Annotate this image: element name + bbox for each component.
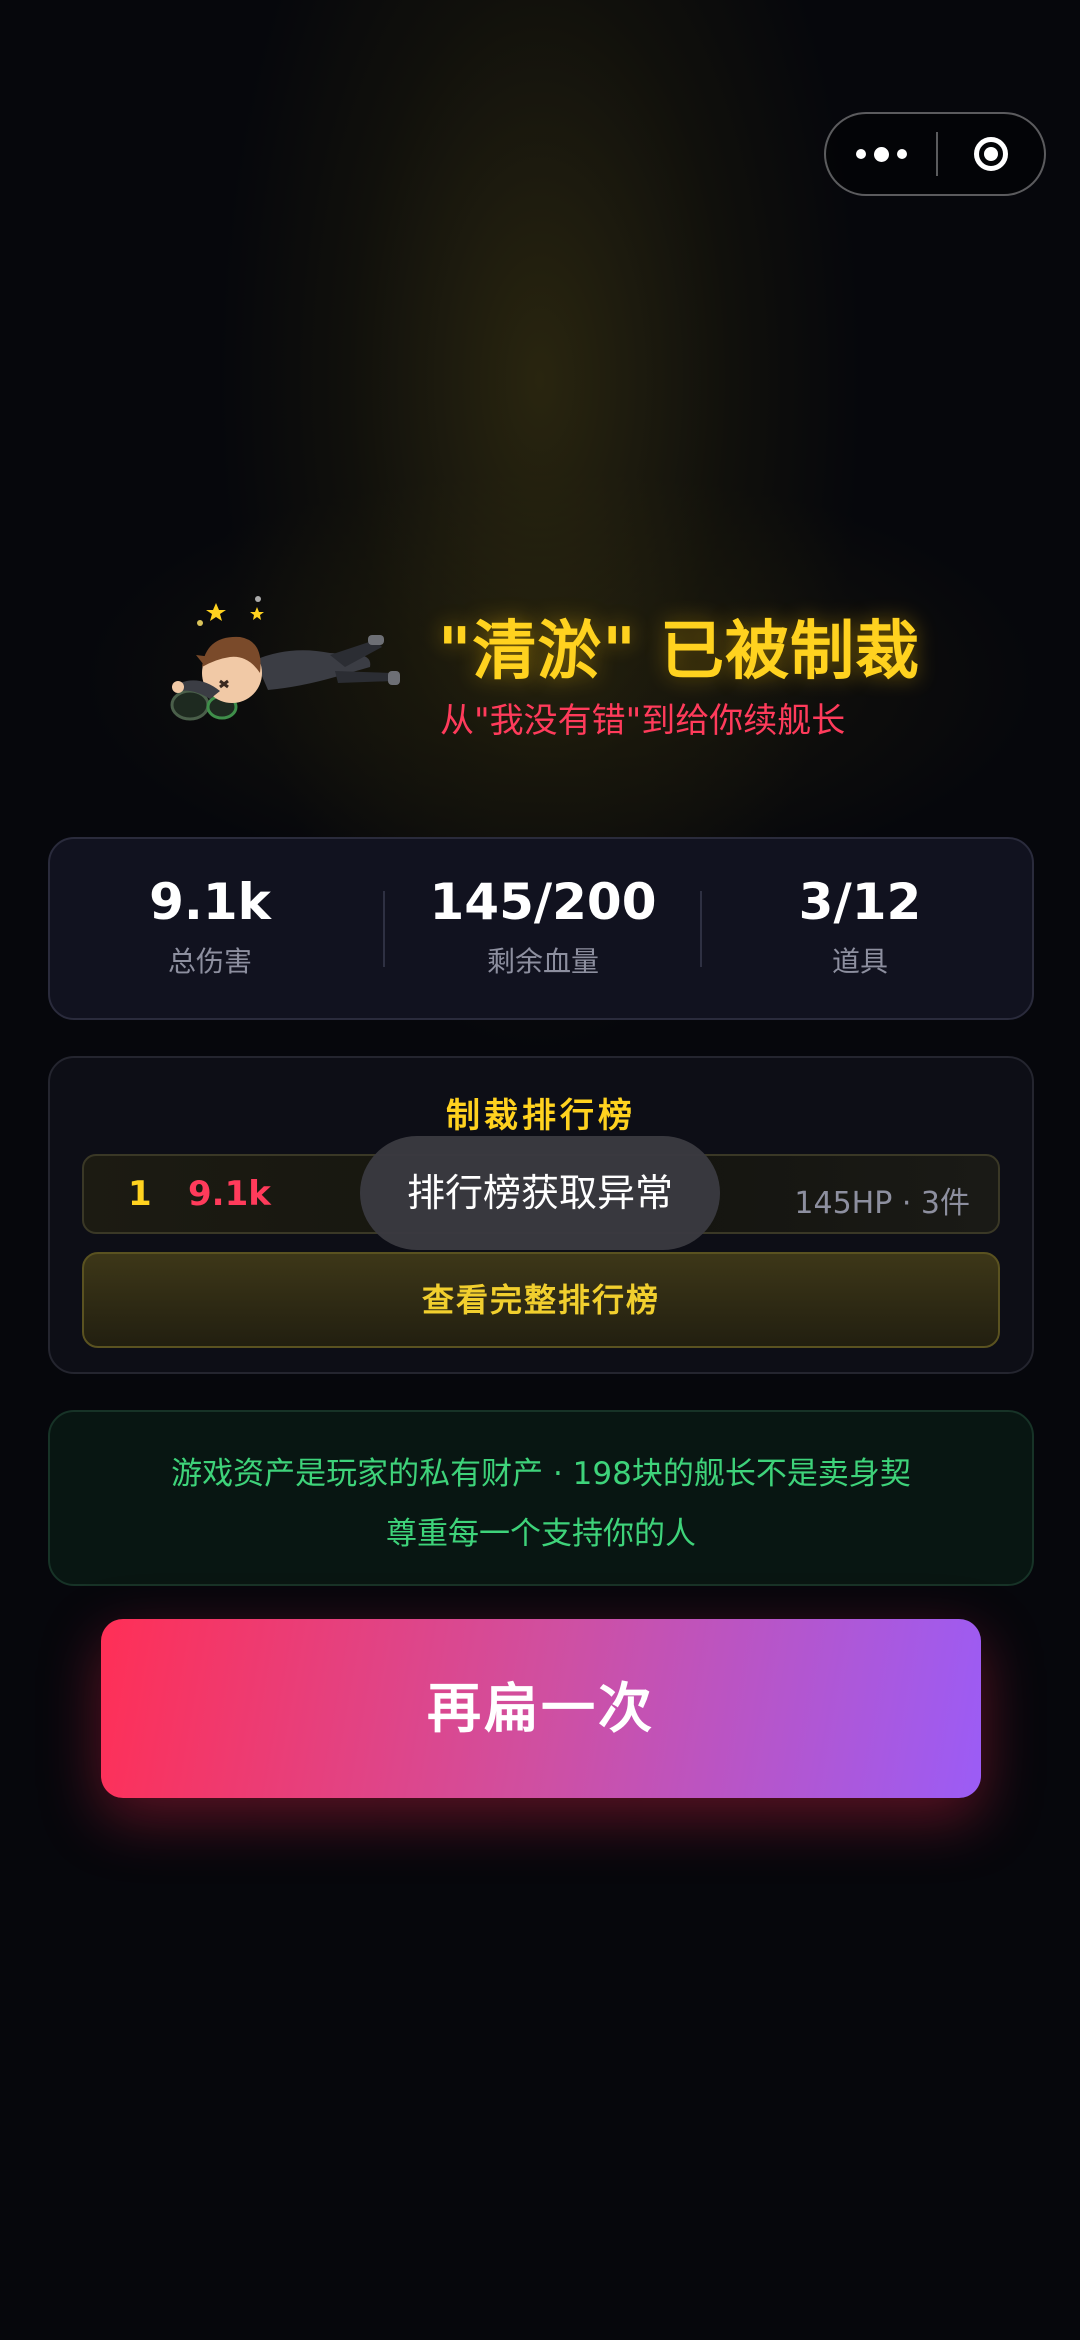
- stats-card: 9.1k 总伤害 145/200 剩余血量 3/12 道具: [48, 837, 1034, 1020]
- error-toast: 排行榜获取异常: [360, 1136, 720, 1250]
- notice-card: 游戏资产是玩家的私有财产 · 198块的舰长不是卖身契 尊重每一个支持你的人: [48, 1410, 1034, 1586]
- retry-button[interactable]: 再扁一次: [101, 1619, 981, 1798]
- knocked-out-character-icon: [160, 595, 400, 735]
- ranking-rank: 1: [128, 1174, 152, 1214]
- view-full-ranking-button[interactable]: 查看完整排行榜: [82, 1252, 1000, 1348]
- ranking-meta: 145HP · 3件: [794, 1186, 970, 1221]
- mini-program-capsule: [824, 112, 1046, 196]
- notice-line-1: 游戏资产是玩家的私有财产 · 198块的舰长不是卖身契: [171, 1456, 911, 1492]
- stat-label: 道具: [831, 945, 888, 978]
- stat-remaining-hp: 145/200 剩余血量: [383, 875, 703, 980]
- stat-label: 剩余血量: [486, 945, 599, 978]
- target-close-icon[interactable]: [938, 114, 1044, 194]
- stat-label: 总伤害: [167, 945, 252, 978]
- stat-value: 145/200: [429, 873, 657, 931]
- stat-value: 9.1k: [149, 873, 271, 931]
- more-dots-icon[interactable]: [826, 114, 936, 194]
- stat-total-damage: 9.1k 总伤害: [50, 875, 370, 980]
- stat-value: 3/12: [798, 873, 922, 931]
- page-subtitle: 从"我没有错"到给你续舰长: [440, 701, 846, 741]
- stat-items: 3/12 道具: [700, 875, 1020, 980]
- notice-line-2: 尊重每一个支持你的人: [386, 1516, 696, 1552]
- ranking-title: 制裁排行榜: [446, 1096, 636, 1136]
- page-title: "清淤" 已被制裁: [438, 615, 920, 689]
- ranking-damage: 9.1k: [188, 1174, 271, 1214]
